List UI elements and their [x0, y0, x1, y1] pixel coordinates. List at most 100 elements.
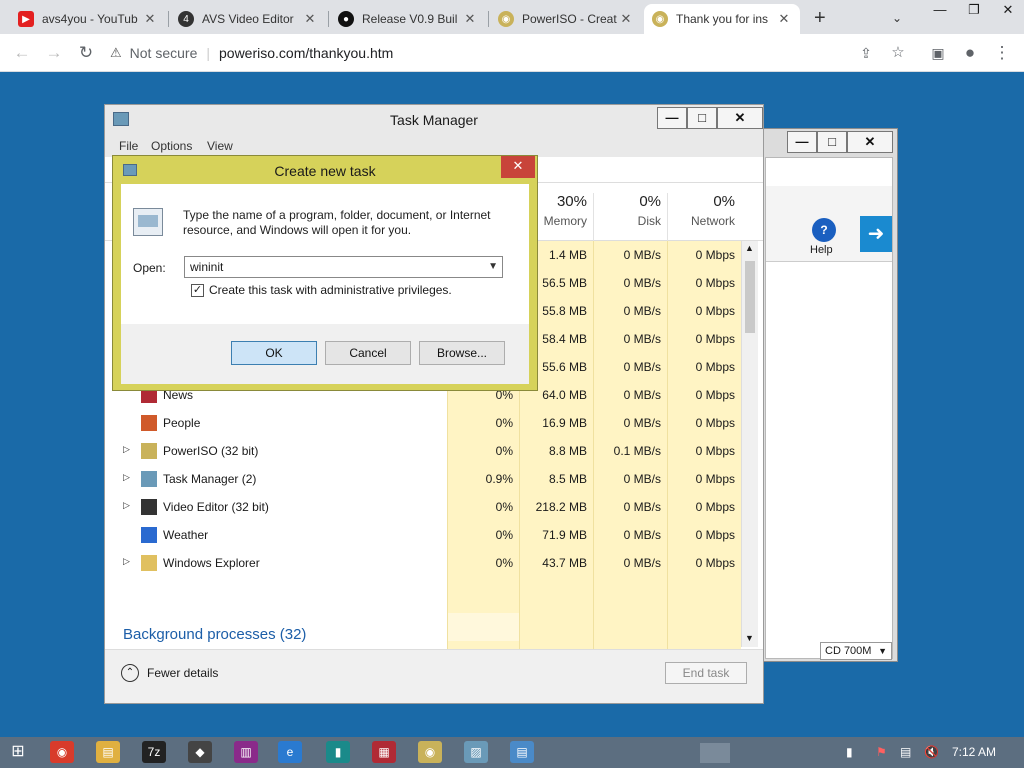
tab-avs4you-youtube[interactable]: ▶ avs4you - YouTub ✕ [10, 4, 166, 34]
maximize-icon: □ [828, 134, 836, 149]
scrollbar-thumb[interactable] [745, 261, 755, 333]
taskbar-video-editor-button[interactable]: ◆ [188, 741, 212, 763]
admin-checkbox[interactable]: ✓ [191, 283, 204, 297]
reload-button[interactable]: ↻ [74, 41, 98, 65]
chevron-up-icon[interactable]: ▲ [745, 243, 754, 253]
new-tab-button[interactable]: + [806, 3, 836, 33]
avs-icon: 4 [178, 11, 194, 27]
browse-button[interactable]: Browse... [419, 341, 505, 365]
taskbar-poweriso-button[interactable]: ◉ [418, 741, 442, 763]
open-input[interactable]: wininit ▼ [184, 256, 503, 278]
tab-poweriso-create[interactable]: ◉ PowerISO - Creat ✕ [490, 4, 642, 34]
end-task-button[interactable]: End task [665, 662, 747, 684]
process-row[interactable]: ▷ Task Manager (2) 0.9% 8.5 MB 0 MB/s 0 Mbps [105, 465, 741, 493]
expand-arrow-icon[interactable]: ▷ [123, 556, 130, 567]
tab-search-button[interactable]: ⌄ [884, 3, 914, 33]
task-manager-titlebar[interactable]: Task Manager — □ ✕ [105, 105, 763, 135]
process-cpu: 0% [495, 528, 513, 542]
process-mem: 8.8 MB [548, 444, 587, 458]
chevron-down-icon[interactable]: ▼ [745, 633, 754, 643]
close-icon: ✕ [864, 134, 876, 149]
process-net: 0 Mbps [695, 248, 735, 262]
taskbar-clock[interactable]: 7:12 AM [952, 745, 996, 759]
process-cpu: 0% [495, 444, 513, 458]
create-new-task-dialog[interactable]: Create new task ✕ Type the name of a pro… [112, 155, 538, 391]
help-icon[interactable]: ? [812, 218, 836, 242]
process-mem: 71.9 MB [542, 528, 587, 542]
expand-arrow-icon[interactable]: ▷ [123, 472, 130, 483]
taskbar-maps-button[interactable]: ▥ [234, 741, 258, 763]
dialog-close-button[interactable]: ✕ [501, 156, 535, 178]
close-icon: ✕ [734, 110, 746, 125]
dialog-content: Type the name of a program, folder, docu… [121, 184, 529, 324]
forward-arrow-icon[interactable]: ➜ [860, 216, 892, 252]
maximize-button[interactable]: □ [817, 131, 847, 153]
close-icon[interactable]: ✕ [776, 11, 792, 27]
minimize-button[interactable]: — [657, 107, 687, 129]
taskbar-news-button[interactable]: ▦ [372, 741, 396, 763]
taskbar-internet-explorer-button[interactable]: e [278, 741, 302, 763]
expand-arrow-icon[interactable]: ▷ [123, 500, 130, 511]
expand-arrow-icon[interactable]: ▷ [123, 444, 130, 455]
dialog-titlebar[interactable]: Create new task ✕ [113, 156, 537, 184]
bookmark-button[interactable]: ☆ [886, 41, 910, 65]
menu-view[interactable]: View [207, 139, 233, 153]
process-name: Task Manager (2) [163, 472, 257, 486]
process-cpu: 0% [495, 416, 513, 430]
close-button[interactable]: ✕ [847, 131, 893, 153]
process-row[interactable]: ▷ Windows Explorer 0% 43.7 MB 0 MB/s 0 Mbps [105, 549, 741, 577]
process-net: 0 Mbps [695, 388, 735, 402]
minimize-button[interactable]: — [924, 0, 956, 22]
column-disk[interactable]: 0% Disk [593, 193, 667, 241]
taskbar-task-manager-button[interactable]: ▨ [464, 741, 488, 763]
vertical-scrollbar[interactable]: ▲ ▼ [741, 241, 758, 647]
tab-title: PowerISO - Creat [522, 12, 617, 26]
side-panel-button[interactable]: ▣ [926, 41, 950, 65]
close-icon[interactable]: ✕ [462, 11, 478, 27]
address-bar[interactable]: ⚠ Not secure | poweriso.com/thankyou.htm [110, 39, 920, 67]
close-icon[interactable]: ✕ [142, 11, 158, 27]
forward-button[interactable]: → [42, 41, 66, 65]
minimize-button[interactable]: — [787, 131, 817, 153]
tab-avs-video-editor[interactable]: 4 AVS Video Editor ✕ [170, 4, 326, 34]
fewer-details-button[interactable]: ⌃ Fewer details [121, 664, 218, 682]
menu-options[interactable]: Options [151, 139, 192, 153]
taskbar-app-button[interactable]: ▮ [326, 741, 350, 763]
chevron-down-icon[interactable]: ▼ [488, 257, 498, 277]
network-warning-icon[interactable]: ⚑ [876, 745, 887, 759]
cancel-button[interactable]: Cancel [325, 341, 411, 365]
column-network[interactable]: 0% Network [667, 193, 741, 241]
taskbar-7zip-button[interactable]: 7z [142, 741, 166, 763]
dialog-body: Type the name of a program, folder, docu… [121, 184, 529, 384]
ok-button[interactable]: OK [231, 341, 317, 365]
start-button[interactable]: ⊞ [6, 741, 30, 763]
volume-muted-icon[interactable]: 🔇 [924, 745, 939, 759]
menu-file[interactable]: File [119, 139, 138, 153]
tab-thank-you[interactable]: ◉ Thank you for ins ✕ [644, 4, 800, 34]
close-icon[interactable]: ✕ [618, 11, 634, 27]
process-row[interactable]: ▷ PowerISO (32 bit) 0% 8.8 MB 0.1 MB/s 0 Mbps [105, 437, 741, 465]
close-icon[interactable]: ✕ [302, 11, 318, 27]
admin-checkbox-row[interactable]: ✓ Create this task with administrative p… [191, 283, 452, 297]
news-icon: ▦ [378, 745, 390, 759]
close-button[interactable]: ✕ [992, 0, 1024, 22]
action-center-icon[interactable]: ▤ [900, 745, 911, 759]
tab-release-v09[interactable]: ● Release V0.9 Buil ✕ [330, 4, 486, 34]
restore-button[interactable]: ❐ [958, 0, 990, 22]
poweriso-window[interactable]: — □ ✕ ? Help ➜ CD 700M ▼ [760, 128, 898, 662]
menu-button[interactable]: ⋮ [990, 41, 1014, 65]
close-button[interactable]: ✕ [717, 107, 763, 129]
taskbar-task-manager-active-button[interactable]: ▤ [510, 741, 534, 763]
profile-button[interactable]: ● [958, 41, 982, 65]
show-desktop-icon[interactable]: ▮ [846, 745, 853, 759]
process-row[interactable]: ▷ Video Editor (32 bit) 0% 218.2 MB 0 MB/s 0 … [105, 493, 741, 521]
taskbar-explorer-button[interactable]: ▤ [96, 741, 120, 763]
process-row[interactable]: Weather 0% 71.9 MB 0 MB/s 0 Mbps [105, 521, 741, 549]
taskbar-chrome-button[interactable]: ◉ [50, 741, 74, 763]
maximize-button[interactable]: □ [687, 107, 717, 129]
close-icon: ✕ [1002, 2, 1014, 17]
process-row[interactable]: People 0% 16.9 MB 0 MB/s 0 Mbps [105, 409, 741, 437]
back-button[interactable]: ← [10, 41, 34, 65]
cd-size-select[interactable]: CD 700M ▼ [820, 642, 892, 660]
share-button[interactable]: ⇪ [854, 41, 878, 65]
